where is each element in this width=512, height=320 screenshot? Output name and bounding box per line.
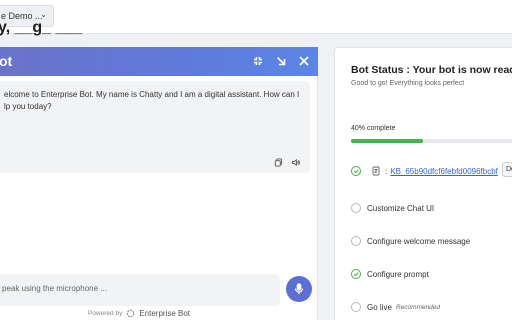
unchecked-circle-icon bbox=[351, 302, 361, 312]
microphone-button[interactable] bbox=[286, 276, 312, 302]
step-configure-prompt[interactable]: Configure prompt bbox=[351, 267, 512, 281]
bot-message-bubble: elcome to Enterprise Bot. My name is Cha… bbox=[0, 81, 310, 173]
step-label: Configure prompt bbox=[367, 269, 429, 279]
microphone-icon bbox=[294, 283, 304, 294]
status-title: Bot Status : Your bot is now ready to bbox=[351, 64, 512, 76]
powered-by-brand: Enterprise Bot bbox=[139, 309, 191, 318]
chevron-down-icon: ⌄ bbox=[40, 10, 47, 19]
step-label: Configure welcome message bbox=[367, 236, 471, 246]
chat-title: ot bbox=[0, 53, 13, 69]
check-circle-icon bbox=[351, 269, 361, 279]
kb-separator: : bbox=[385, 166, 388, 176]
status-subtitle: Good to go! Everything looks perfect bbox=[351, 80, 465, 87]
unchecked-circle-icon bbox=[351, 203, 361, 213]
page-heading: y, __g_ ___ bbox=[0, 19, 83, 36]
bot-message-text: elcome to Enterprise Bot. My name is Cha… bbox=[4, 90, 300, 111]
document-icon bbox=[372, 166, 380, 176]
bot-status-panel: Bot Status : Your bot is now ready to Go… bbox=[334, 47, 512, 320]
copy-icon[interactable] bbox=[274, 158, 283, 167]
progress-bar bbox=[351, 139, 512, 143]
close-icon[interactable] bbox=[296, 53, 312, 69]
kb-step: : KB_65b90dfcf6febfd0096fbcbf De bbox=[351, 162, 512, 178]
chat-input[interactable]: peak using the microphone ... bbox=[0, 274, 280, 306]
chat-panel: ot elcome to Enterprise Bot. My name is … bbox=[0, 47, 318, 320]
kb-action-button[interactable]: De bbox=[502, 162, 512, 177]
enterprise-bot-logo-icon bbox=[127, 309, 135, 318]
chat-input-placeholder: peak using the microphone ... bbox=[2, 284, 107, 293]
step-label: Go live bbox=[367, 302, 392, 312]
unchecked-circle-icon bbox=[351, 236, 361, 246]
powered-by: Powered by Enterprise Bot bbox=[88, 309, 190, 318]
check-circle-icon bbox=[351, 166, 361, 176]
speaker-icon[interactable] bbox=[291, 158, 300, 167]
step-configure-welcome-message[interactable]: Configure welcome message bbox=[351, 234, 512, 248]
progress-bar-fill bbox=[351, 139, 423, 143]
pop-out-icon[interactable] bbox=[273, 53, 289, 69]
kb-id-link[interactable]: KB_65b90dfcf6febfd0096fbcbf bbox=[390, 167, 498, 176]
chat-header: ot bbox=[0, 47, 318, 76]
step-label: Customize Chat UI bbox=[367, 203, 435, 213]
progress-label: 40% complete bbox=[351, 125, 396, 132]
message-actions bbox=[274, 158, 300, 167]
minimize-icon[interactable] bbox=[250, 53, 266, 69]
powered-by-label: Powered by bbox=[88, 310, 123, 317]
step-go-live[interactable]: Go live Recommended bbox=[351, 300, 512, 314]
app-root: e Demo ... ⌄ y, __g_ ___ ot elcome to En… bbox=[0, 0, 512, 320]
step-customize-chat-ui[interactable]: Customize Chat UI bbox=[351, 201, 512, 215]
recommended-tag: Recommended bbox=[395, 303, 440, 311]
